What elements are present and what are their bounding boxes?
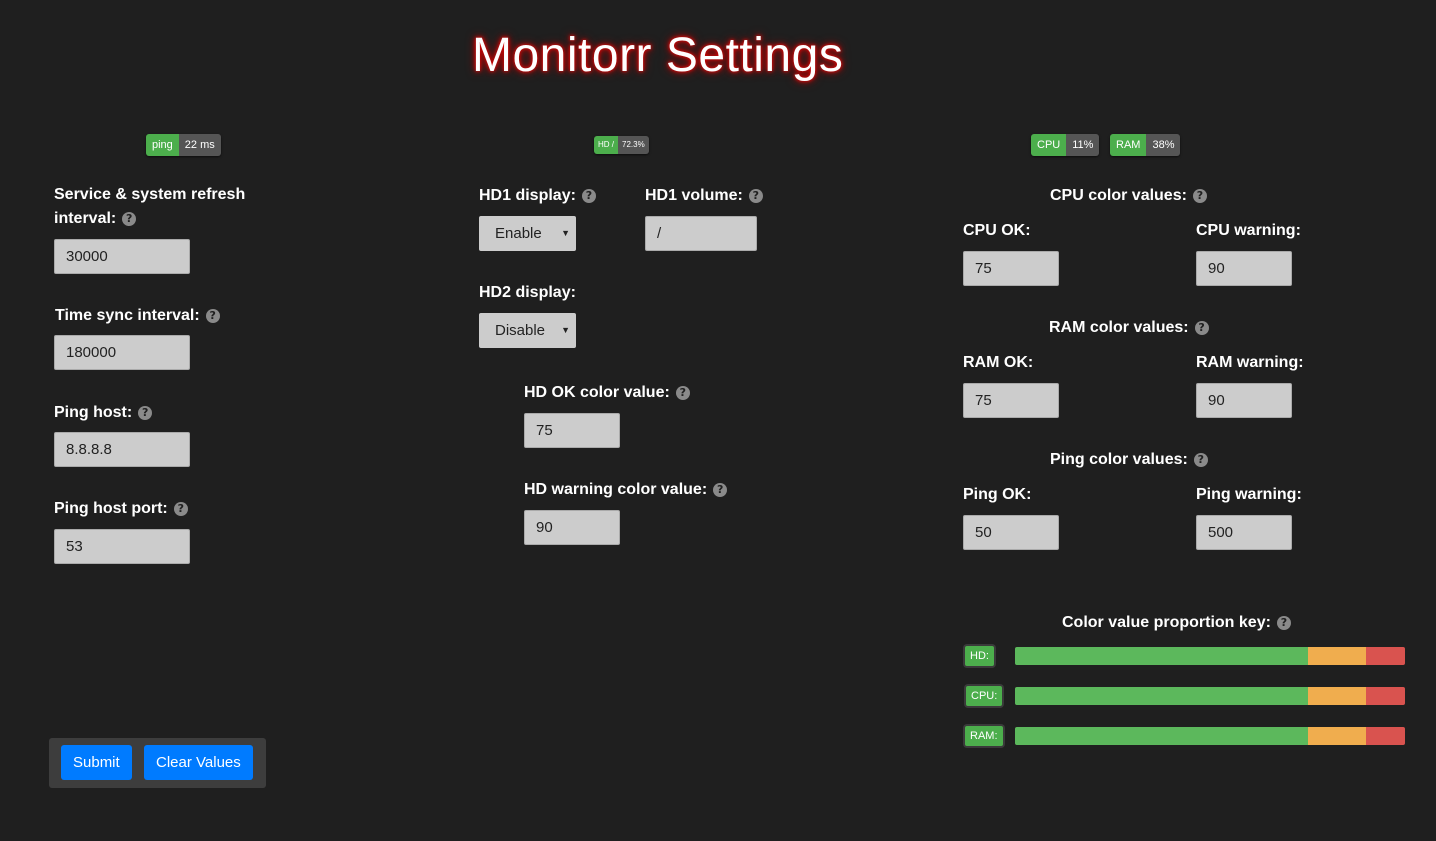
hd2-display-select[interactable]: Disable ▼ [479,313,576,348]
key-bar-danger-segment [1366,687,1405,705]
question-circle-icon[interactable]: ? [138,406,153,420]
key-bar-danger-segment [1366,647,1405,665]
question-circle-icon[interactable]: ? [205,309,220,323]
ping-badge-label: ping [146,134,179,156]
ping-host-input[interactable] [54,432,190,467]
cpu-warning-input[interactable] [1196,251,1292,286]
ping-host-label: Ping host:? [54,404,153,422]
timesync-interval-label-text: Time sync interval: [55,307,200,324]
hd2-display-value: Disable [495,322,546,339]
ram-badge-label: RAM [1110,134,1147,156]
key-tag-ram: RAM: [965,726,1003,746]
ram-warning-input[interactable] [1196,383,1292,418]
question-circle-icon[interactable]: ? [1193,453,1208,467]
hd1-display-value: Enable [495,225,542,242]
hd-badge-value: 72.3% [618,136,649,154]
question-circle-icon[interactable]: ? [1192,189,1207,203]
hd2-display-label: HD2 display: [479,284,576,301]
question-circle-icon[interactable]: ? [675,386,690,400]
hd-warning-input[interactable] [524,510,620,545]
page-title: Monitorr Settings [472,29,844,82]
hd1-volume-input[interactable] [645,216,757,251]
ram-color-values-label: RAM color values:? [1049,319,1209,337]
key-bar-warning-segment [1307,647,1366,665]
key-tag-hd: HD: [965,646,994,666]
refresh-interval-label-text: Service & system refresh interval: [54,186,246,227]
ram-ok-input[interactable] [963,383,1059,418]
key-bar-cpu [1015,687,1405,705]
submit-button[interactable]: Submit [61,745,132,780]
proportion-key-title: Color value proportion key:? [1062,614,1291,632]
hd1-display-select[interactable]: Enable ▼ [479,216,576,251]
cpu-warning-label: CPU warning: [1196,222,1301,239]
ping-badge: ping 22 ms [146,134,221,156]
ram-ok-label: RAM OK: [963,354,1034,371]
question-circle-icon[interactable]: ? [122,212,137,226]
key-bar-ok-segment [1015,647,1308,665]
hd1-volume-label-text: HD1 volume: [645,187,743,204]
hd-warning-label: HD warning color value:? [524,481,728,499]
ram-color-values-label-text: RAM color values: [1049,319,1189,336]
question-circle-icon[interactable]: ? [748,189,763,203]
cpu-badge: CPU 11% [1031,134,1100,156]
question-circle-icon[interactable]: ? [1194,321,1209,335]
hd-ok-label-text: HD OK color value: [524,384,670,401]
timesync-interval-label: Time sync interval:? [55,307,220,325]
hd-badge: HD / 72.3% [594,136,649,154]
refresh-interval-input[interactable] [54,239,190,274]
ping-color-values-label: Ping color values:? [1050,451,1208,469]
ping-port-label-text: Ping host port: [54,500,168,517]
ping-port-label: Ping host port:? [54,500,188,518]
cpu-color-values-label-text: CPU color values: [1050,187,1187,204]
ping-warning-input[interactable] [1196,515,1292,550]
cpu-ok-label: CPU OK: [963,222,1031,239]
timesync-interval-input[interactable] [54,335,190,370]
ram-badge-value: 38% [1146,134,1181,156]
caret-down-icon: ▼ [561,228,570,238]
caret-down-icon: ▼ [561,325,570,335]
refresh-interval-label: Service & system refresh interval:? [54,183,274,231]
key-bar-ok-segment [1015,687,1308,705]
key-bar-warning-segment [1307,687,1366,705]
ping-port-input[interactable] [54,529,190,564]
hd1-display-label: HD1 display:? [479,187,596,205]
proportion-key-title-text: Color value proportion key: [1062,614,1271,631]
ping-warning-label: Ping warning: [1196,486,1302,503]
cpu-badge-label: CPU [1031,134,1067,156]
cpu-badge-value: 11% [1066,134,1100,156]
question-circle-icon[interactable]: ? [173,502,188,516]
question-circle-icon[interactable]: ? [1276,616,1291,630]
key-bar-warning-segment [1307,727,1366,745]
ping-badge-value: 22 ms [178,134,221,156]
ping-ok-input[interactable] [963,515,1059,550]
hd-badge-label: HD / [594,136,618,154]
key-tag-cpu: CPU: [966,686,1003,706]
ping-ok-label: Ping OK: [963,486,1032,503]
clear-values-button[interactable]: Clear Values [144,745,253,780]
hd1-volume-label: HD1 volume:? [645,187,763,205]
cpu-ok-input[interactable] [963,251,1059,286]
key-bar-ram [1015,727,1405,745]
hd-warning-label-text: HD warning color value: [524,481,708,498]
hd1-display-label-text: HD1 display: [479,187,576,204]
cpu-color-values-label: CPU color values:? [1050,187,1207,205]
key-bar-ok-segment [1015,727,1308,745]
question-circle-icon[interactable]: ? [581,189,596,203]
hd-ok-label: HD OK color value:? [524,384,690,402]
question-circle-icon[interactable]: ? [713,483,728,497]
ram-badge: RAM 38% [1110,134,1181,156]
ping-host-label-text: Ping host: [54,404,133,421]
ram-warning-label: RAM warning: [1196,354,1304,371]
hd-ok-input[interactable] [524,413,620,448]
key-bar-hd [1015,647,1405,665]
ping-color-values-label-text: Ping color values: [1050,451,1188,468]
key-bar-danger-segment [1366,727,1405,745]
